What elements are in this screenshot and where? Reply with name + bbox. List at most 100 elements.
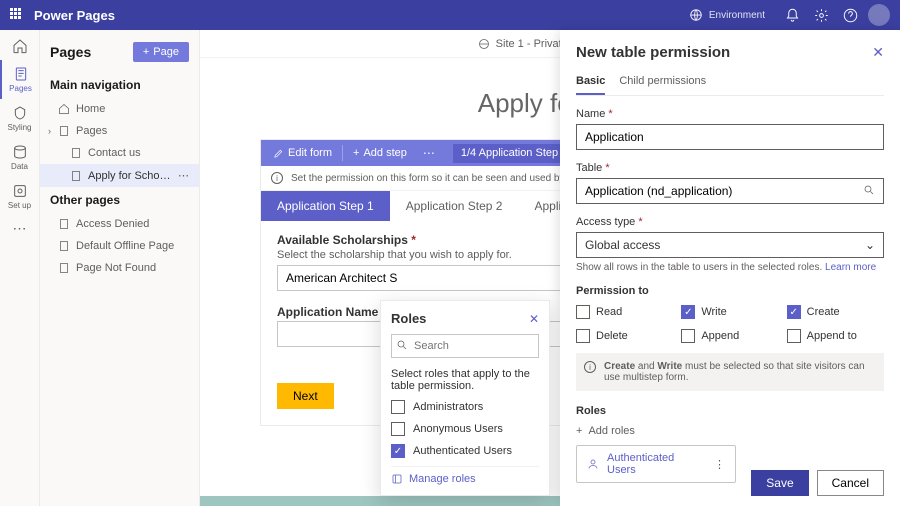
tree-home[interactable]: Home (40, 98, 199, 120)
tree-contact-us[interactable]: Contact us (40, 142, 199, 164)
search-icon (855, 184, 883, 199)
rail-more[interactable]: ⋯ (13, 220, 27, 237)
permissions-hint: i Create and Write must be selected so t… (576, 353, 884, 391)
panel-title: Pages (50, 44, 91, 60)
more-icon[interactable]: ⋮ (714, 458, 725, 471)
permissions-grid: Read Write Create Delete Append Append t… (576, 305, 884, 343)
page-icon (70, 147, 82, 159)
table-picker[interactable] (576, 178, 884, 204)
plus-icon: + (576, 425, 582, 437)
perm-append[interactable]: Append (681, 329, 778, 343)
tree-pages[interactable]: › Pages (40, 120, 199, 142)
next-button[interactable]: Next (277, 383, 334, 409)
roles-popup-title: Roles (391, 311, 426, 326)
new-table-permission-flyout: New table permission ✕ Basic Child permi… (560, 30, 900, 506)
pages-icon (13, 66, 29, 82)
step-1-tab[interactable]: Application Step 1 (261, 191, 390, 221)
user-icon (587, 458, 599, 470)
access-type-label: Access type * (576, 216, 884, 228)
checkbox[interactable] (391, 400, 405, 414)
notifications-icon[interactable] (785, 8, 800, 23)
info-icon: i (584, 361, 596, 373)
rail-setup[interactable]: Set up (0, 177, 39, 216)
access-type-select[interactable]: Global access ⌄ (576, 232, 884, 258)
close-icon[interactable]: ✕ (872, 44, 884, 61)
perm-write[interactable]: Write (681, 305, 778, 319)
tree-access-denied[interactable]: Access Denied (40, 213, 199, 235)
setup-icon (12, 183, 28, 199)
step-2-tab[interactable]: Application Step 2 (390, 191, 519, 221)
pages-panel: Pages + Page Main navigation Home › Page… (40, 30, 200, 506)
perm-append-to[interactable]: Append to (787, 329, 884, 343)
search-icon (396, 339, 408, 351)
cancel-button[interactable]: Cancel (817, 470, 884, 496)
table-label: Table * (576, 162, 884, 174)
checkbox[interactable] (391, 444, 405, 458)
home-icon[interactable] (12, 38, 28, 54)
plus-icon: + (353, 147, 359, 159)
tree-page-not-found[interactable]: Page Not Found (40, 257, 199, 279)
learn-more-link[interactable]: Learn more (825, 262, 876, 273)
chevron-right-icon[interactable]: › (48, 126, 51, 136)
app-launcher-icon[interactable] (10, 8, 24, 22)
roles-label: Roles (576, 405, 884, 417)
plus-icon: + (143, 46, 149, 58)
section-other-pages: Other pages (40, 187, 199, 213)
page-icon (58, 240, 70, 252)
chevron-down-icon: ⌄ (865, 238, 875, 252)
permission-to-label: Permission to (576, 285, 884, 297)
tab-child-permissions[interactable]: Child permissions (619, 69, 706, 95)
rail-data[interactable]: Data (0, 138, 39, 177)
role-administrators[interactable]: Administrators (391, 400, 539, 414)
add-roles-button[interactable]: + Add roles (576, 425, 884, 437)
more-icon[interactable]: ⋯ (178, 169, 189, 182)
app-title: Power Pages (34, 8, 115, 23)
flyout-tabs: Basic Child permissions (576, 69, 884, 96)
add-page-button[interactable]: + Page (133, 42, 189, 62)
name-label: Name * (576, 108, 884, 120)
roles-instruction: Select roles that apply to the table per… (391, 368, 539, 392)
data-icon (12, 144, 28, 160)
left-rail: Pages Styling Data Set up ⋯ (0, 30, 40, 506)
info-icon: i (271, 172, 283, 184)
site-icon (478, 38, 490, 50)
close-icon[interactable]: ✕ (529, 312, 539, 326)
user-avatar[interactable] (868, 4, 890, 26)
styling-icon (12, 105, 28, 121)
flyout-title: New table permission (576, 44, 730, 61)
edit-form-button[interactable]: Edit form (265, 140, 340, 166)
checkbox[interactable] (391, 422, 405, 436)
save-button[interactable]: Save (751, 470, 808, 496)
rail-styling[interactable]: Styling (0, 99, 39, 138)
access-type-help: Show all rows in the table to users in t… (576, 262, 884, 273)
tab-basic[interactable]: Basic (576, 69, 605, 95)
role-anonymous-users[interactable]: Anonymous Users (391, 422, 539, 436)
help-icon[interactable] (843, 8, 858, 23)
home-icon (58, 103, 70, 115)
settings-icon[interactable] (814, 8, 829, 23)
perm-read[interactable]: Read (576, 305, 673, 319)
name-input[interactable] (576, 124, 884, 150)
roles-popup: Roles ✕ Select roles that apply to the t… (380, 300, 550, 496)
section-main-nav: Main navigation (40, 72, 199, 98)
tree-apply-scholars[interactable]: Apply for Scholars... ⋯ (40, 164, 199, 187)
page-icon (58, 218, 70, 230)
toolbar-more-button[interactable]: ⋯ (417, 146, 441, 160)
page-icon (70, 170, 82, 182)
perm-delete[interactable]: Delete (576, 329, 673, 343)
environment-icon (689, 8, 703, 22)
add-step-button[interactable]: + Add step (345, 140, 415, 166)
tree-default-offline[interactable]: Default Offline Page (40, 235, 199, 257)
manage-icon (391, 473, 403, 485)
roles-search-input[interactable] (391, 334, 539, 358)
role-chip-authenticated-users[interactable]: Authenticated Users ⋮ (576, 445, 736, 483)
page-icon (58, 262, 70, 274)
edit-icon (273, 148, 284, 159)
role-authenticated-users[interactable]: Authenticated Users (391, 444, 539, 458)
rail-pages[interactable]: Pages (0, 60, 39, 99)
manage-roles-link[interactable]: Manage roles (391, 466, 539, 485)
page-icon (58, 125, 70, 137)
environment-picker[interactable]: Environment (689, 8, 765, 22)
flyout-footer: Save Cancel (751, 470, 884, 496)
perm-create[interactable]: Create (787, 305, 884, 319)
